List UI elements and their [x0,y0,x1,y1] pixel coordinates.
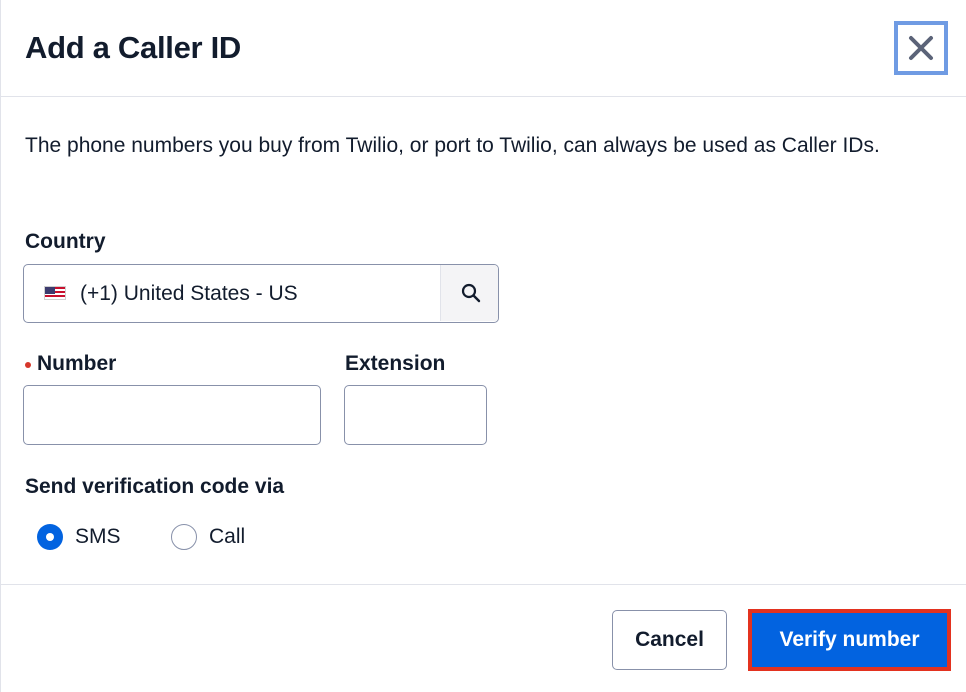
call-radio-label[interactable]: Call [209,525,245,549]
search-icon [461,283,480,303]
required-indicator [25,362,31,368]
dialog-header: Add a Caller ID [1,0,966,97]
number-label: Number [37,352,117,375]
call-radio[interactable] [171,524,197,550]
dialog-title: Add a Caller ID [25,30,241,65]
extension-input[interactable] [344,385,487,445]
country-search-button[interactable] [440,265,498,321]
country-label: Country [25,230,106,253]
add-caller-id-dialog: Add a Caller ID The phone numbers you bu… [0,0,966,692]
sms-radio-label[interactable]: SMS [75,525,121,549]
number-input[interactable] [23,385,321,445]
dialog-description: The phone numbers you buy from Twilio, o… [25,134,880,157]
dialog-footer: Cancel Verify number [1,584,966,692]
country-select[interactable]: (+1) United States - US [23,264,499,323]
verification-method-label: Send verification code via [25,475,285,498]
close-button[interactable] [894,21,948,75]
close-icon [909,36,933,60]
us-flag-icon [44,286,66,300]
verify-number-button[interactable]: Verify number [748,609,951,671]
sms-radio[interactable] [37,524,63,550]
cancel-button[interactable]: Cancel [612,610,727,670]
extension-label: Extension [345,352,446,375]
country-selected-value: (+1) United States - US [80,282,298,305]
